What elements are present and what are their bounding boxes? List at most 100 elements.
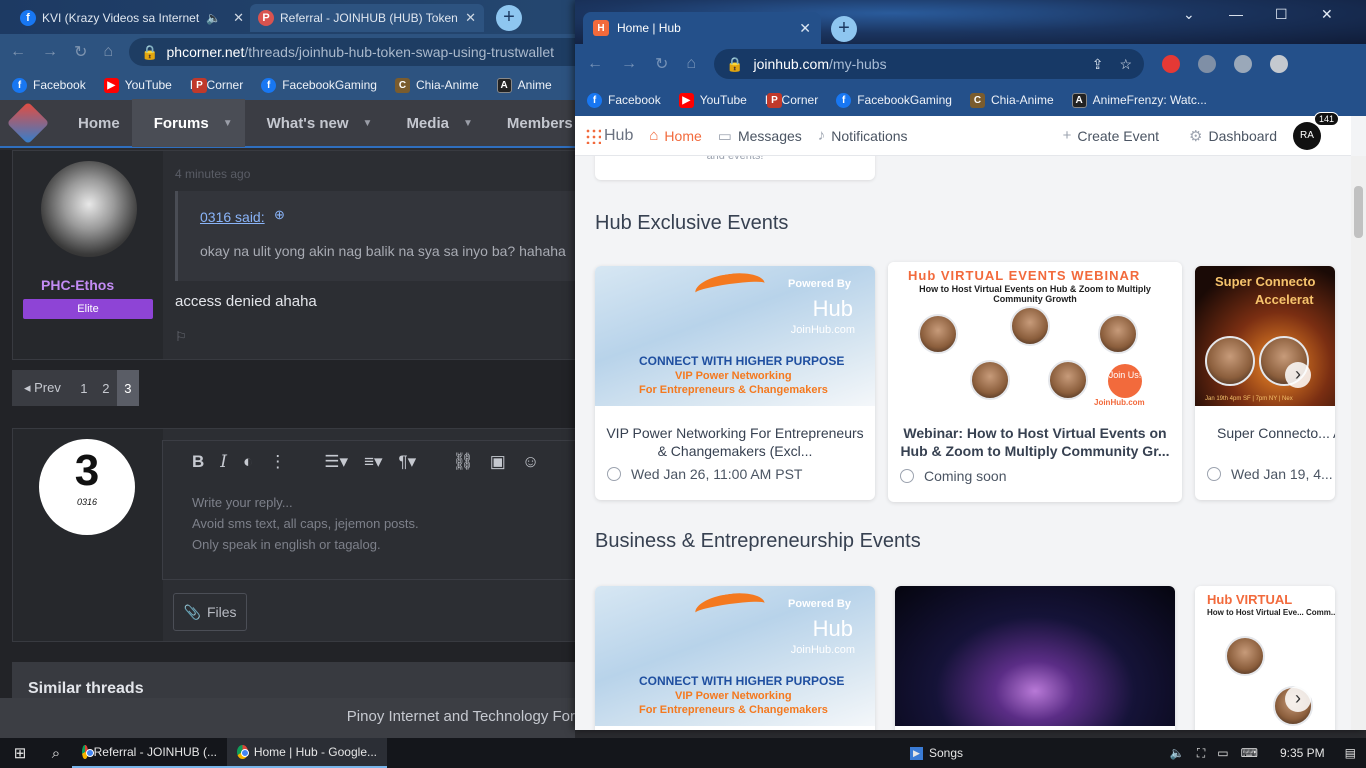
page-1[interactable]: 1 xyxy=(72,370,95,406)
palette-icon[interactable]: ◐ xyxy=(243,452,253,472)
keyboard-icon[interactable]: ▭ xyxy=(1217,746,1228,760)
bookmark-anime[interactable]: A Anime xyxy=(496,77,552,93)
taskbar-chrome-hub[interactable]: Home | Hub - Google... xyxy=(227,738,387,768)
italic-icon[interactable]: I xyxy=(220,452,227,472)
bookmark-chia-anime[interactable]: C Chia-Anime xyxy=(394,77,479,93)
hub-nav-notifications[interactable]: ♪ Notifications xyxy=(818,127,908,144)
bookmark-animefrenzy[interactable]: A AnimeFrenzy: Watc... xyxy=(1071,92,1207,108)
list-icon[interactable]: ☰▾ xyxy=(324,452,348,472)
user-avatar[interactable] xyxy=(41,161,137,257)
front-url-field[interactable]: 🔒 joinhub.com/my-hubs ⇪ ☆ xyxy=(714,49,1145,79)
bookmark-chia-anime[interactable]: C Chia-Anime xyxy=(969,92,1054,108)
username[interactable]: PHC-Ethos xyxy=(41,277,114,293)
arrow-up-icon[interactable]: ⊕ xyxy=(274,207,285,223)
close-tab-icon[interactable]: ✕ xyxy=(799,20,811,37)
align-icon[interactable]: ≡▾ xyxy=(364,452,382,472)
speaker-icon[interactable]: 🔈 xyxy=(206,11,221,25)
reload-icon[interactable]: ↻ xyxy=(655,54,668,74)
chevron-down-icon[interactable]: ▼ xyxy=(363,118,373,129)
tab-search-icon[interactable]: ⌄ xyxy=(1183,6,1195,23)
close-tab-icon[interactable]: ✕ xyxy=(465,10,476,26)
bookmark-phcorner[interactable]: P PHCorner xyxy=(765,92,818,108)
home-icon[interactable]: ⌂ xyxy=(686,55,696,73)
paragraph-icon[interactable]: ¶▾ xyxy=(399,452,417,472)
event-card[interactable]: Hub VIRTUAL EVENTS WEBINAR How to Host V… xyxy=(888,262,1182,502)
back-arrow-icon[interactable]: ← xyxy=(587,55,603,73)
volume-icon[interactable]: 🔈 xyxy=(1170,746,1185,760)
event-title[interactable]: VIP Power Networking For Entrepreneurs &… xyxy=(605,424,865,460)
start-button[interactable]: ⊞ xyxy=(0,738,40,768)
profile-icon[interactable] xyxy=(1270,55,1289,73)
new-tab-button[interactable]: + xyxy=(831,16,857,42)
more-icon[interactable]: ⋮ xyxy=(269,452,286,472)
extension-icon[interactable] xyxy=(1162,55,1181,73)
network-icon[interactable]: ⛶ xyxy=(1197,746,1205,761)
event-title[interactable]: Super Connecto... Accelerat... xyxy=(1217,424,1335,442)
hub-logo[interactable]: Hub xyxy=(585,127,633,145)
puzzle-icon[interactable] xyxy=(1234,55,1253,73)
bold-icon[interactable]: B xyxy=(192,452,204,472)
bookmark-youtube[interactable]: ▶ YouTube xyxy=(678,92,747,108)
extension-icon[interactable] xyxy=(1198,55,1217,73)
tab-home-hub[interactable]: H Home | Hub ✕ xyxy=(583,12,821,44)
home-icon[interactable]: ⌂ xyxy=(103,43,113,61)
forward-arrow-icon[interactable]: → xyxy=(42,43,58,61)
back-arrow-icon[interactable]: ← xyxy=(10,43,26,61)
dashboard-button[interactable]: ⚙ Dashboard xyxy=(1189,127,1277,145)
user-avatar[interactable]: RA 141 xyxy=(1293,111,1339,150)
notifications-icon[interactable]: ▤ xyxy=(1345,746,1356,760)
create-event-button[interactable]: + Create Event xyxy=(1063,127,1159,144)
search-button[interactable]: ⌕ xyxy=(40,738,72,768)
bookmark-facebook[interactable]: f Facebook xyxy=(12,77,86,93)
phcorner-logo[interactable] xyxy=(0,99,56,147)
scroll-thumb[interactable] xyxy=(1354,186,1363,238)
bookmark-facebookgaming[interactable]: f FacebookGaming xyxy=(836,92,952,108)
nav-home[interactable]: Home xyxy=(56,99,132,147)
share-icon[interactable]: ⇪ xyxy=(1092,56,1104,73)
tab-kvi[interactable]: f KVI (Krazy Videos sa Internet 🔈 ✕ xyxy=(12,4,252,32)
clock-time[interactable]: 9:35 PM xyxy=(1280,746,1325,760)
page-2[interactable]: 2 xyxy=(94,370,117,406)
maximize-icon[interactable]: ☐ xyxy=(1275,6,1288,23)
post-timestamp[interactable]: 4 minutes ago xyxy=(175,167,250,181)
event-card[interactable]: Powered By Hub JoinHub.com CONNECT WITH … xyxy=(595,266,875,500)
bookmark-facebook[interactable]: f Facebook xyxy=(587,92,661,108)
event-card[interactable]: Super Connecto Accelerat Jan 19th 4pm SF… xyxy=(1195,266,1335,500)
hub-nav-home[interactable]: ⌂ Home xyxy=(649,127,701,144)
attach-files-button[interactable]: 📎 Files xyxy=(173,593,247,631)
hub-nav-messages[interactable]: ▭ Messages xyxy=(718,127,802,145)
taskbar-chrome-referral[interactable]: Referral - JOINHUB (... xyxy=(72,738,227,768)
taskbar-songs[interactable]: ▶ Songs xyxy=(900,738,973,768)
quote-author[interactable]: 0316 said: xyxy=(200,209,265,225)
chevron-down-icon[interactable]: ▼ xyxy=(463,118,473,129)
link-icon[interactable]: ⛓ xyxy=(452,452,474,472)
tab-referral[interactable]: P Referral - JOINHUB (HUB) Token ✕ xyxy=(250,4,484,32)
close-tab-icon[interactable]: ✕ xyxy=(233,10,244,26)
event-title[interactable]: Webinar: How to Host Virtual Events on H… xyxy=(898,424,1172,460)
my-avatar[interactable]: 3 0316 xyxy=(39,439,135,535)
page-3[interactable]: 3 xyxy=(116,370,139,406)
flag-icon[interactable]: ⚐ xyxy=(175,329,187,345)
image-icon[interactable]: ▣ xyxy=(490,452,506,472)
event-card[interactable]: Hub VIRTUAL How to Host Virtual Eve... C… xyxy=(1195,586,1335,730)
event-card[interactable] xyxy=(895,586,1175,730)
bookmark-phcorner[interactable]: P PHCorner xyxy=(190,77,243,93)
reload-icon[interactable]: ↻ xyxy=(74,42,87,62)
carousel-next-button[interactable]: › xyxy=(1285,362,1311,388)
bookmark-youtube[interactable]: ▶ YouTube xyxy=(103,77,172,93)
chevron-down-icon[interactable]: ▼ xyxy=(223,118,233,129)
event-card[interactable]: Powered By Hub JoinHub.com CONNECT WITH … xyxy=(595,586,875,730)
smiley-icon[interactable]: ☺ xyxy=(522,452,539,472)
star-icon[interactable]: ☆ xyxy=(1120,56,1133,73)
close-window-icon[interactable]: ✕ xyxy=(1321,6,1333,23)
forward-arrow-icon[interactable]: → xyxy=(621,55,637,73)
ime-icon[interactable]: ⌨ xyxy=(1241,746,1258,760)
nav-media[interactable]: Media ▼ xyxy=(384,99,484,147)
carousel-next-button[interactable]: › xyxy=(1285,686,1311,712)
minimize-icon[interactable]: — xyxy=(1229,6,1243,22)
nav-forums[interactable]: Forums ▼ xyxy=(131,99,245,147)
prev-page-button[interactable]: ◂ Prev xyxy=(12,370,73,406)
nav-whats-new[interactable]: What's new ▼ xyxy=(245,99,385,147)
new-tab-button[interactable]: + xyxy=(496,5,522,31)
page-scrollbar[interactable] xyxy=(1351,156,1366,730)
